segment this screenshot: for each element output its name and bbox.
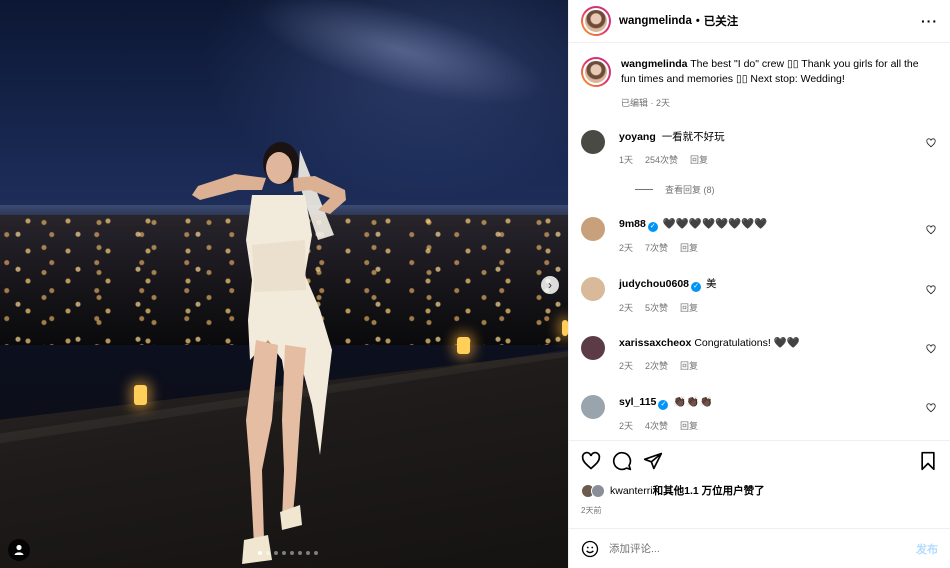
more-options-icon[interactable]: ··· <box>921 13 938 29</box>
post-photo[interactable]: › <box>0 0 568 568</box>
comment-text: 👏🏿👏🏿👏🏿 <box>673 396 713 408</box>
view-replies-button[interactable]: 查看回复 (8) <box>635 183 938 196</box>
commenter-username[interactable]: 9m88 <box>619 218 646 230</box>
carousel-dot <box>258 551 262 555</box>
comment-likes[interactable]: 4次赞 <box>645 419 668 433</box>
commenter-avatar[interactable] <box>581 336 605 360</box>
user-tag-icon[interactable] <box>8 539 30 561</box>
view-replies-label[interactable]: 查看回复 (8) <box>665 183 715 196</box>
post-side-panel: wangmelinda • 已关注 ··· wangmelinda The be… <box>568 0 950 568</box>
comment-time: 1天 <box>619 155 634 165</box>
commenter-avatar[interactable] <box>581 277 605 301</box>
carousel-dot <box>306 551 310 555</box>
comment-text: 🖤🖤🖤🖤🖤🖤🖤🖤 <box>662 218 768 230</box>
commenter-avatar[interactable] <box>581 217 605 241</box>
comment-item: syl_115 ✓ 👏🏿👏🏿👏🏿 2天 4次赞 回复 <box>581 395 938 433</box>
post-timestamp[interactable]: 2天前 <box>581 505 938 516</box>
comment-time: 2天 <box>619 421 634 431</box>
header-separator: • <box>695 15 700 27</box>
carousel-dot <box>290 551 294 555</box>
comment-bubble-icon[interactable] <box>612 451 632 471</box>
like-comment-heart-icon[interactable] <box>926 403 936 413</box>
comment-item: yoyang 一看就不好玩 1天 254次赞 回复 <box>581 130 938 167</box>
commenter-avatar[interactable] <box>581 395 605 419</box>
comment-time: 2天 <box>619 243 634 253</box>
comment-likes[interactable]: 254次赞 <box>645 153 678 167</box>
author-avatar[interactable] <box>581 6 611 36</box>
verified-badge-icon: ✓ <box>691 282 702 292</box>
commenter-username[interactable]: xarissaxcheox <box>619 337 691 349</box>
comment-item: xarissaxcheox Congratulations! 🖤🖤 2天 2次赞… <box>581 336 938 373</box>
likes-count[interactable]: 和其他1.1 万位用户赞了 <box>653 483 765 498</box>
comment-item: 9m88 ✓ 🖤🖤🖤🖤🖤🖤🖤🖤 2天 7次赞 回复 <box>581 217 938 255</box>
like-heart-icon[interactable] <box>581 451 601 471</box>
add-comment-bar: 发布 <box>569 528 950 568</box>
save-bookmark-icon[interactable] <box>918 451 938 471</box>
author-username[interactable]: wangmelinda <box>619 15 692 27</box>
comment-item: judychou0608 ✓ 美 2天 5次赞 回复 <box>581 277 938 315</box>
carousel-dot <box>274 551 278 555</box>
likes-summary: kwanterri 和其他1.1 万位用户赞了 <box>581 483 938 498</box>
verified-badge-icon: ✓ <box>658 400 669 410</box>
comment-likes[interactable]: 2次赞 <box>645 359 668 373</box>
commenter-avatar[interactable] <box>581 130 605 154</box>
like-comment-heart-icon[interactable] <box>926 285 936 295</box>
post-header: wangmelinda • 已关注 ··· <box>569 0 950 43</box>
comments-list[interactable]: wangmelinda The best "I do" crew ▯▯ Than… <box>569 44 950 439</box>
carousel-dot <box>314 551 318 555</box>
view-replies-line <box>635 189 653 190</box>
like-comment-heart-icon[interactable] <box>926 225 936 235</box>
carousel-next-button[interactable]: › <box>541 276 559 294</box>
comment-text: Congratulations! 🖤🖤 <box>694 337 800 349</box>
post-comment-button[interactable]: 发布 <box>916 541 938 557</box>
carousel-dot <box>298 551 302 555</box>
comment-time: 2天 <box>619 303 634 313</box>
reply-button[interactable]: 回复 <box>680 241 698 255</box>
commenter-username[interactable]: syl_115 <box>619 396 656 408</box>
reply-button[interactable]: 回复 <box>680 419 698 433</box>
comment-text: 一看就不好玩 <box>661 131 725 143</box>
comment-likes[interactable]: 7次赞 <box>645 241 668 255</box>
carousel-dot <box>266 551 270 555</box>
comment-likes[interactable]: 5次赞 <box>645 301 668 315</box>
woman-in-white-dress <box>192 142 346 564</box>
reply-button[interactable]: 回复 <box>680 359 698 373</box>
post-modal: › wangmelinda • 已关注 ··· wangmelinda The … <box>0 0 950 568</box>
caption-edited-time: 已编辑 · 2天 <box>621 98 671 108</box>
post-actions: kwanterri 和其他1.1 万位用户赞了 2天前 <box>569 440 950 516</box>
reply-button[interactable]: 回复 <box>680 301 698 315</box>
reply-button[interactable]: 回复 <box>690 153 708 167</box>
commenter-username[interactable]: yoyang <box>619 131 656 143</box>
carousel-dots <box>258 551 318 555</box>
comment-text: 美 <box>705 278 717 290</box>
post-caption: wangmelinda The best "I do" crew ▯▯ Than… <box>581 44 938 111</box>
comment-input[interactable] <box>609 542 916 555</box>
share-send-icon[interactable] <box>643 451 663 471</box>
comment-time: 2天 <box>619 361 634 371</box>
liker-username[interactable]: kwanterri <box>610 485 653 497</box>
verified-badge-icon: ✓ <box>647 222 658 232</box>
liker-avatar[interactable] <box>591 483 605 498</box>
commenter-username[interactable]: judychou0608 <box>619 278 689 290</box>
emoji-picker-icon[interactable] <box>581 540 599 558</box>
following-button[interactable]: 已关注 <box>704 13 739 29</box>
like-comment-heart-icon[interactable] <box>926 138 936 148</box>
carousel-dot <box>282 551 286 555</box>
author-avatar[interactable] <box>581 57 611 87</box>
like-comment-heart-icon[interactable] <box>926 344 936 354</box>
caption-username[interactable]: wangmelinda <box>621 58 688 70</box>
